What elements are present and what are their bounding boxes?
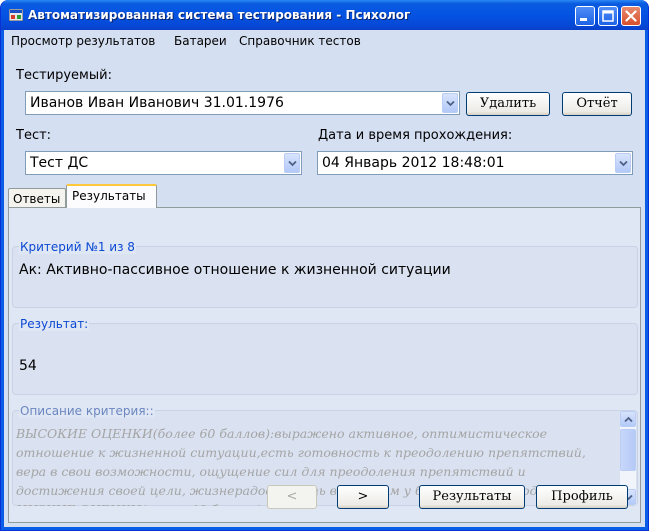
app-icon [9, 9, 23, 21]
subject-select[interactable]: Иванов Иван Иванович 31.01.1976 [25, 91, 460, 115]
test-value: Тест ДС [30, 155, 89, 171]
prev-button[interactable]: < [267, 485, 317, 509]
results-button[interactable]: Результаты [419, 485, 525, 509]
test-label: Тест: [16, 128, 52, 143]
criterion-name: Ак: Активно-пассивное отношение к жизнен… [19, 262, 451, 278]
subject-value: Иванов Иван Иванович 31.01.1976 [30, 95, 284, 111]
tab-results[interactable]: Результаты [66, 184, 157, 208]
close-icon [625, 10, 637, 22]
menu-bar: Просмотр результатов Батареи Справочник … [4, 30, 645, 52]
test-dropdown-button[interactable] [284, 153, 300, 173]
result-value: 54 [19, 358, 37, 374]
criterion-box: Критерий №1 из 8 Ак: Активно-пассивное о… [12, 240, 638, 308]
next-button[interactable]: > [337, 485, 389, 509]
scroll-thumb[interactable] [620, 429, 636, 471]
app-window: Автоматизированная система тестирования … [0, 0, 649, 531]
datetime-label: Дата и время прохождения: [318, 128, 513, 143]
minimize-button[interactable] [575, 6, 595, 26]
menu-batteries[interactable]: Батареи [174, 34, 227, 48]
result-box: Результат: 54 [12, 317, 638, 395]
datetime-dropdown-button[interactable] [615, 153, 631, 173]
client-area: Просмотр результатов Батареи Справочник … [4, 30, 645, 527]
description-legend: Описание критерия:: [19, 404, 155, 418]
report-button[interactable]: Отчёт [562, 92, 632, 116]
datetime-select[interactable]: 04 Январь 2012 18:48:01 [317, 151, 633, 175]
result-legend: Результат: [19, 317, 90, 331]
scroll-up-button[interactable] [620, 411, 636, 427]
subject-dropdown-button[interactable] [442, 93, 458, 113]
minimize-icon [580, 18, 587, 21]
chevron-down-icon [446, 100, 455, 107]
title-bar[interactable]: Автоматизированная система тестирования … [1, 0, 648, 30]
chevron-up-icon [624, 416, 633, 423]
menu-test-directory[interactable]: Справочник тестов [239, 34, 361, 48]
tab-answers[interactable]: Ответы [8, 188, 66, 208]
test-select[interactable]: Тест ДС [25, 151, 302, 175]
criterion-legend: Критерий №1 из 8 [19, 240, 136, 254]
chevron-down-icon [619, 160, 628, 167]
chevron-down-icon [288, 160, 297, 167]
results-panel: Критерий №1 из 8 Ак: Активно-пассивное о… [8, 207, 641, 523]
close-button[interactable] [621, 6, 641, 26]
window-title: Автоматизированная система тестирования … [28, 8, 411, 22]
menu-view-results[interactable]: Просмотр результатов [11, 34, 155, 48]
maximize-icon [602, 10, 614, 22]
datetime-value: 04 Январь 2012 18:48:01 [322, 155, 505, 171]
subject-label: Тестируемый: [16, 68, 112, 83]
profile-button[interactable]: Профиль [536, 485, 628, 509]
maximize-button[interactable] [598, 6, 618, 26]
delete-button[interactable]: Удалить [466, 92, 550, 116]
